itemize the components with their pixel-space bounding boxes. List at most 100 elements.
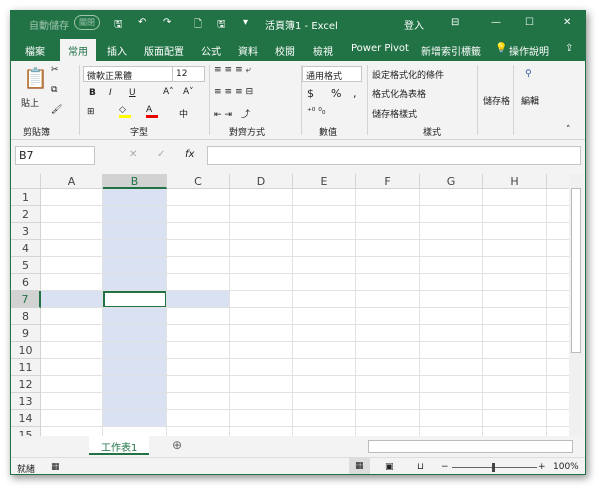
cell-styles-button[interactable]: 儲存格樣式 [372, 107, 417, 120]
row-header-15[interactable]: 15 [11, 427, 41, 436]
underline-button[interactable]: U [129, 88, 136, 98]
row-header-2[interactable]: 2 [11, 206, 41, 223]
tab-custom[interactable]: 新增索引標籤 [421, 43, 481, 58]
format-painter-icon[interactable]: 🖌 [51, 105, 62, 115]
row-header-3[interactable]: 3 [11, 223, 41, 240]
group-alignment: 對齊方式 [229, 128, 266, 138]
tell-me[interactable]: 操作說明 [509, 43, 549, 58]
column-header-C[interactable]: C [167, 174, 230, 189]
phonetic-icon[interactable]: 中 [179, 107, 188, 120]
font-color-icon[interactable]: A [146, 105, 158, 118]
zoom-slider[interactable] [452, 463, 537, 472]
tab-page-layout[interactable]: 版面配置 [144, 43, 184, 58]
redo-icon[interactable]: ↷ [163, 17, 171, 28]
font-name-select[interactable]: 微軟正黑體 [83, 66, 173, 82]
column-header-F[interactable]: F [356, 174, 420, 189]
save-icon[interactable]: 🖫 [114, 17, 123, 34]
fill-color-icon[interactable]: ◇ [119, 105, 131, 118]
name-box[interactable]: B7 [15, 146, 95, 165]
row-header-5[interactable]: 5 [11, 257, 41, 274]
row-header-9[interactable]: 9 [11, 325, 41, 342]
row-header-6[interactable]: 6 [11, 274, 41, 291]
close-icon[interactable]: ✕ [563, 17, 571, 28]
minimize-icon[interactable]: — [491, 17, 501, 28]
column-header-A[interactable]: A [41, 174, 103, 189]
row-header-7[interactable]: 7 [11, 291, 41, 308]
macro-record-icon[interactable]: ▦ [51, 462, 60, 472]
row-header-13[interactable]: 13 [11, 393, 41, 410]
tab-file[interactable]: 檔案 [25, 43, 45, 58]
percent-button[interactable]: % [331, 87, 341, 100]
align-horizontal-icons[interactable]: ≡≡≡⊟ [214, 87, 256, 97]
horizontal-scrollbar[interactable] [368, 440, 573, 453]
italic-button[interactable]: I [109, 88, 112, 98]
border-icon[interactable]: ⊞ [87, 107, 95, 117]
tab-formulas[interactable]: 公式 [201, 43, 221, 58]
cut-icon[interactable]: ✂ [51, 65, 59, 75]
select-all[interactable] [11, 174, 41, 189]
column-header-G[interactable]: G [420, 174, 483, 189]
cells-button[interactable]: 儲存格 [483, 94, 510, 107]
sheet-tab-bar: 工作表1 ⊕ [11, 436, 585, 457]
collapse-ribbon-icon[interactable]: ˄ [566, 125, 571, 135]
tab-home[interactable]: 常用 [60, 39, 96, 61]
row-header-8[interactable]: 8 [11, 308, 41, 325]
zoom-in-button[interactable]: + [538, 462, 546, 472]
normal-view-icon[interactable]: ▦ [349, 458, 370, 474]
bold-button[interactable]: B [89, 88, 96, 98]
align-vertical-icons[interactable]: ≡≡≡⤶ [214, 65, 254, 75]
column-header-B[interactable]: B [103, 174, 167, 189]
currency-button[interactable]: $ [307, 87, 314, 100]
insert-function-button[interactable]: fx [185, 149, 194, 160]
row-header-11[interactable]: 11 [11, 359, 41, 376]
active-cell[interactable] [103, 291, 167, 308]
autosave-toggle[interactable]: 關閉 [74, 15, 100, 30]
add-sheet-icon[interactable]: ⊕ [172, 438, 182, 452]
ribbon-display-icon[interactable]: ⊟ [451, 17, 459, 28]
row-header-1[interactable]: 1 [11, 189, 41, 206]
font-size-select[interactable]: 12 [172, 66, 205, 82]
cancel-icon[interactable]: ✕ [129, 149, 137, 160]
conditional-format-button[interactable]: 設定格式化的條件 [372, 68, 444, 81]
formula-input[interactable] [207, 146, 581, 165]
indent-icons[interactable]: ⇤⇥ ⤴ [214, 107, 253, 120]
customize-qat-icon[interactable]: ▾ [243, 17, 248, 28]
editing-button[interactable]: 編輯 [521, 94, 539, 107]
format-table-button[interactable]: 格式化為表格 [372, 87, 426, 100]
decimal-icons[interactable]: ⁺⁰ ⁰₀ [307, 107, 325, 117]
column-header-E[interactable]: E [293, 174, 356, 189]
tab-view[interactable]: 檢視 [313, 43, 333, 58]
search-icon[interactable]: ⚲ [525, 69, 532, 79]
page-layout-view-icon[interactable]: ▣ [385, 462, 394, 472]
row-header-14[interactable]: 14 [11, 410, 41, 427]
shrink-font-icon[interactable]: A˅ [183, 87, 194, 97]
zoom-level[interactable]: 100% [553, 462, 579, 472]
zoom-out-button[interactable]: − [441, 462, 449, 472]
tab-data[interactable]: 資料 [238, 43, 258, 58]
share-icon[interactable]: ⇪ [565, 43, 573, 54]
save-as-icon[interactable]: 🖫 [217, 17, 226, 34]
row-header-10[interactable]: 10 [11, 342, 41, 359]
page-break-view-icon[interactable]: ⊔ [417, 462, 424, 472]
maximize-icon[interactable]: ☐ [525, 17, 534, 28]
row-header-4[interactable]: 4 [11, 240, 41, 257]
column-header-D[interactable]: D [230, 174, 293, 189]
row-header-12[interactable]: 12 [11, 376, 41, 393]
tab-insert[interactable]: 插入 [107, 43, 127, 58]
comma-button[interactable]: , [353, 87, 357, 100]
grow-font-icon[interactable]: A˄ [163, 87, 174, 97]
number-format-select[interactable]: 通用格式 [302, 66, 362, 82]
signin-link[interactable]: 登入 [404, 17, 424, 32]
undo-icon[interactable]: ↶ [138, 17, 146, 28]
copy-icon[interactable]: ⧉ [51, 85, 57, 95]
column-header-H[interactable]: H [483, 174, 547, 189]
new-file-icon[interactable]: 🗋 [194, 17, 202, 34]
tab-power-pivot[interactable]: Power Pivot [351, 43, 409, 54]
paste-icon[interactable]: 📋 [23, 66, 48, 90]
worksheet-grid[interactable]: A B C D E F G H 1 2 3 4 5 6 7 8 9 10 11 12 13 14 15 [11, 174, 569, 436]
enter-icon[interactable]: ✓ [157, 149, 165, 160]
vertical-scrollbar[interactable] [569, 174, 583, 436]
sheet-tab[interactable]: 工作表1 [89, 436, 150, 455]
tab-review[interactable]: 校閱 [275, 43, 295, 58]
paste-button[interactable]: 貼上 [21, 96, 39, 109]
